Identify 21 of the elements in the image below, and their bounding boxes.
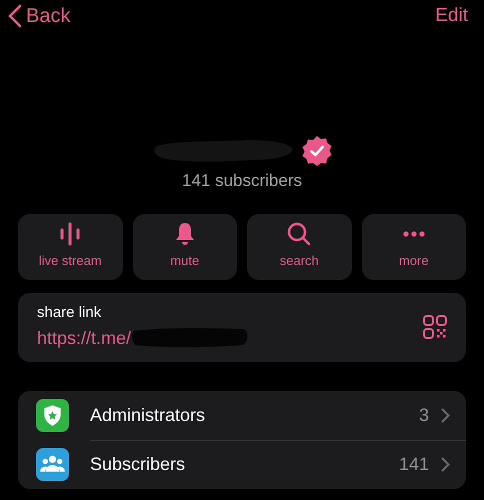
subscriber-count: 141 subscribers [182, 170, 302, 192]
row-label[interactable]: Administrators [90, 402, 419, 428]
more-icon [402, 231, 426, 238]
action-button[interactable]: more [362, 214, 466, 280]
action-button[interactable]: live stream [18, 214, 122, 280]
search-icon [287, 222, 312, 246]
chevron-right-icon [441, 408, 450, 422]
share-link-label: share link [37, 303, 102, 324]
row-label[interactable]: Subscribers [90, 451, 399, 478]
share-link[interactable]: https://t.me/ [37, 324, 132, 352]
back-button[interactable]: Back [8, 1, 70, 31]
sound-bars-icon [59, 222, 82, 246]
chevron-left-icon [8, 4, 22, 28]
row-count: 3 [418, 404, 429, 426]
action-button[interactable]: search [247, 214, 352, 280]
row-count: 141 [398, 453, 429, 476]
edit-button[interactable]: Edit [435, 2, 476, 30]
bell-icon [174, 222, 196, 246]
qr-code-icon[interactable] [423, 315, 447, 339]
chevron-right-icon [441, 457, 450, 472]
action-button[interactable]: mute [132, 214, 237, 280]
